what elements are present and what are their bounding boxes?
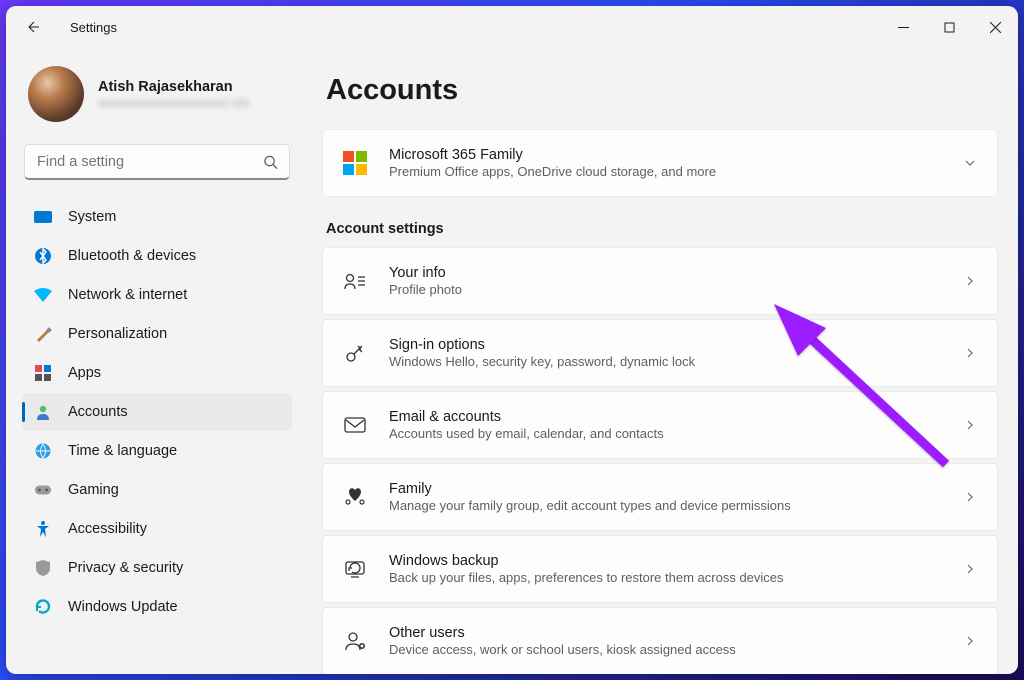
setting-windows-backup[interactable]: Windows backupBack up your files, apps, …: [322, 535, 998, 603]
nav-label: Time & language: [68, 443, 177, 459]
arrow-left-icon: [24, 19, 40, 35]
setting-subtitle: Back up your files, apps, preferences to…: [389, 570, 941, 585]
mail-icon: [343, 417, 367, 433]
nav-label: Network & internet: [68, 287, 187, 303]
nav-label: Gaming: [68, 482, 119, 498]
nav-label: Bluetooth & devices: [68, 248, 196, 264]
setting-title: Sign-in options: [389, 337, 941, 353]
profile-email: xxxxxxxxxxxxxxxxxxxx om: [98, 95, 250, 110]
chevron-right-icon: [963, 634, 977, 648]
setting-subtitle: Device access, work or school users, kio…: [389, 642, 941, 657]
promo-subtitle: Premium Office apps, OneDrive cloud stor…: [389, 164, 941, 179]
profile-name: Atish Rajasekharan: [98, 79, 250, 95]
setting-subtitle: Profile photo: [389, 282, 941, 297]
nav-accounts[interactable]: Accounts: [22, 393, 292, 431]
setting-sign-in-options[interactable]: Sign-in optionsWindows Hello, security k…: [322, 319, 998, 387]
back-button[interactable]: [14, 9, 50, 45]
page-title: Accounts: [326, 74, 998, 107]
system-icon: [34, 208, 52, 226]
nav-time[interactable]: Time & language: [22, 432, 292, 470]
search-icon: [263, 155, 278, 170]
update-icon: [34, 598, 52, 616]
nav-bluetooth[interactable]: Bluetooth & devices: [22, 237, 292, 275]
chevron-right-icon: [963, 274, 977, 288]
nav-list: System Bluetooth & devices Network & int…: [22, 198, 292, 626]
window-title: Settings: [70, 20, 117, 35]
search-input[interactable]: [24, 144, 290, 180]
close-button[interactable]: [972, 11, 1018, 43]
promo-card[interactable]: Microsoft 365 Family Premium Office apps…: [322, 129, 998, 197]
microsoft-logo-icon: [343, 151, 367, 175]
nav-label: Windows Update: [68, 599, 178, 615]
nav-privacy[interactable]: Privacy & security: [22, 549, 292, 587]
globe-clock-icon: [34, 442, 52, 460]
apps-icon: [34, 364, 52, 382]
nav-gaming[interactable]: Gaming: [22, 471, 292, 509]
gamepad-icon: [34, 481, 52, 499]
profile-block[interactable]: Atish Rajasekharan xxxxxxxxxxxxxxxxxxxx …: [22, 60, 292, 140]
nav-label: Privacy & security: [68, 560, 183, 576]
setting-title: Other users: [389, 625, 941, 641]
setting-subtitle: Manage your family group, edit account t…: [389, 498, 941, 513]
nav-network[interactable]: Network & internet: [22, 276, 292, 314]
setting-subtitle: Accounts used by email, calendar, and co…: [389, 426, 941, 441]
family-icon: [343, 487, 367, 507]
paintbrush-icon: [34, 325, 52, 343]
nav-label: Personalization: [68, 326, 167, 342]
nav-label: Accounts: [68, 404, 128, 420]
maximize-button[interactable]: [926, 11, 972, 43]
setting-title: Family: [389, 481, 941, 497]
wifi-icon: [34, 286, 52, 304]
your-info-icon: [343, 272, 367, 290]
section-label: Account settings: [326, 221, 998, 237]
window-controls: [880, 11, 1018, 43]
settings-window: Settings Atish Rajasekharan xxxxxxxxxxxx…: [6, 6, 1018, 674]
chevron-right-icon: [963, 490, 977, 504]
chevron-right-icon: [963, 346, 977, 360]
nav-system[interactable]: System: [22, 198, 292, 236]
setting-family[interactable]: FamilyManage your family group, edit acc…: [322, 463, 998, 531]
nav-personalization[interactable]: Personalization: [22, 315, 292, 353]
setting-other-users[interactable]: Other usersDevice access, work or school…: [322, 607, 998, 674]
main-content[interactable]: Accounts Microsoft 365 Family Premium Of…: [306, 48, 1018, 674]
minimize-button[interactable]: [880, 11, 926, 43]
search-field[interactable]: [24, 144, 290, 180]
nav-update[interactable]: Windows Update: [22, 588, 292, 626]
nav-label: Apps: [68, 365, 101, 381]
nav-label: System: [68, 209, 116, 225]
promo-title: Microsoft 365 Family: [389, 147, 941, 163]
person-icon: [34, 403, 52, 421]
chevron-down-icon: [963, 156, 977, 170]
setting-email-accounts[interactable]: Email & accountsAccounts used by email, …: [322, 391, 998, 459]
accessibility-icon: [34, 520, 52, 538]
chevron-right-icon: [963, 562, 977, 576]
setting-title: Your info: [389, 265, 941, 281]
shield-icon: [34, 559, 52, 577]
sidebar: Atish Rajasekharan xxxxxxxxxxxxxxxxxxxx …: [6, 48, 306, 674]
backup-icon: [343, 559, 367, 579]
setting-your-info[interactable]: Your infoProfile photo: [322, 247, 998, 315]
nav-accessibility[interactable]: Accessibility: [22, 510, 292, 548]
avatar: [28, 66, 84, 122]
setting-title: Email & accounts: [389, 409, 941, 425]
setting-subtitle: Windows Hello, security key, password, d…: [389, 354, 941, 369]
other-users-icon: [343, 631, 367, 651]
nav-label: Accessibility: [68, 521, 147, 537]
chevron-right-icon: [963, 418, 977, 432]
setting-title: Windows backup: [389, 553, 941, 569]
key-icon: [343, 342, 367, 364]
bluetooth-icon: [34, 247, 52, 265]
title-bar: Settings: [6, 6, 1018, 48]
nav-apps[interactable]: Apps: [22, 354, 292, 392]
